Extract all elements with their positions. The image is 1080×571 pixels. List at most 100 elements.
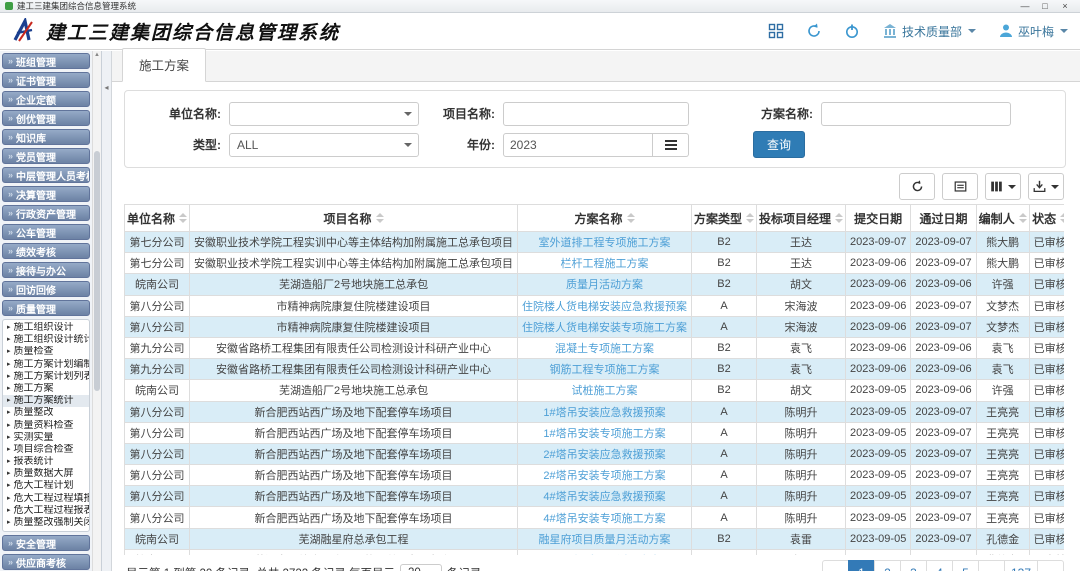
page-button[interactable]: 2 <box>874 560 901 571</box>
sidebar-item[interactable]: »回访回修 <box>2 281 90 297</box>
sidebar-item[interactable]: »知识库 <box>2 129 90 145</box>
columns-button[interactable] <box>985 173 1021 200</box>
sidebar-subitem[interactable]: ▸危大工程计划 <box>3 480 89 492</box>
user-menu[interactable]: 巫叶梅 <box>998 23 1068 40</box>
sidebar-item-label: 中层管理人员考核 <box>16 168 90 183</box>
power-icon[interactable] <box>844 23 860 39</box>
plan-link[interactable]: 试桩施工方案 <box>572 385 638 397</box>
chevrons-icon: » <box>8 189 13 199</box>
sidebar-subitem[interactable]: ▸质量整改强制关闭 <box>3 517 89 529</box>
plan-link[interactable]: 1#塔吊安装专项施工方案 <box>543 428 665 440</box>
search-button[interactable]: 查询 <box>753 131 805 158</box>
cell: 融星府项目质量月活动方案 <box>518 528 692 549</box>
column-header[interactable]: 项目名称 <box>190 205 518 232</box>
column-header[interactable]: 方案名称 <box>518 205 692 232</box>
triangle-icon: ▸ <box>7 359 11 371</box>
sidebar-subitem[interactable]: ▸施工方案计划列表 <box>3 371 89 383</box>
maximize-button[interactable]: □ <box>1035 1 1055 11</box>
apps-grid-icon[interactable] <box>768 23 784 39</box>
close-button[interactable]: × <box>1055 1 1075 11</box>
export-button[interactable] <box>1028 173 1064 200</box>
column-header[interactable]: 投标项目经理 <box>757 205 846 232</box>
sidebar-item[interactable]: »公车管理 <box>2 224 90 240</box>
page-button[interactable]: 5 <box>952 560 979 571</box>
sidebar-subitem[interactable]: ▸项目综合检查 <box>3 444 89 456</box>
plan-link[interactable]: 栏杆工程施工方案 <box>561 258 649 270</box>
cell: 新合肥西站西广场及地下配套停车场项目 <box>190 465 518 486</box>
page-size-select[interactable]: 20 <box>400 564 442 571</box>
project-name-input[interactable] <box>503 102 689 126</box>
plan-link[interactable]: 4#塔吊安装应急救援预案 <box>543 491 665 503</box>
tab-construction-plan[interactable]: 施工方案 <box>122 48 206 82</box>
sidebar-item[interactable]: »绩效考核 <box>2 243 90 259</box>
column-header[interactable]: 提交日期 <box>846 205 911 232</box>
year-picker-button[interactable] <box>653 133 689 157</box>
plan-link[interactable]: 4#塔吊安装专项施工方案 <box>543 513 665 525</box>
sidebar-item[interactable]: »班组管理 <box>2 53 90 69</box>
page-button[interactable]: 1 <box>848 560 875 571</box>
year-input[interactable] <box>503 133 653 157</box>
minimize-button[interactable]: — <box>1015 1 1035 11</box>
column-header[interactable]: 方案类型 <box>692 205 757 232</box>
sidebar-subitem[interactable]: ▸施工组织设计 <box>3 322 89 334</box>
sidebar-item[interactable]: »供应商考核 <box>2 554 90 570</box>
sidebar-subitem[interactable]: ▸质量资料检查 <box>3 420 89 432</box>
sidebar-scrollbar[interactable]: ▲ <box>92 51 101 571</box>
department-menu[interactable]: 技术质量部 <box>882 23 976 40</box>
column-header[interactable]: 编制人 <box>976 205 1029 232</box>
scroll-up-icon[interactable]: ▲ <box>93 51 101 60</box>
chevrons-icon: » <box>8 113 13 123</box>
sidebar-subitem[interactable]: ▸报表统计 <box>3 456 89 468</box>
plan-link[interactable]: 住院楼人货电梯安装专项施工方案 <box>522 322 687 334</box>
plan-link[interactable]: 室外道排工程专项施工方案 <box>539 237 671 249</box>
sidebar-subitem[interactable]: ▸质量整改 <box>3 407 89 419</box>
collapse-sidebar-icon[interactable]: ◂ <box>102 83 111 92</box>
sidebar-item[interactable]: »接待与办公 <box>2 262 90 278</box>
sidebar-subitem[interactable]: ▸危大工程过程报表 <box>3 505 89 517</box>
sidebar-item[interactable]: »证书管理 <box>2 72 90 88</box>
sidebar-subitem[interactable]: ▸质量数据大屏 <box>3 468 89 480</box>
next-page-button[interactable]: › <box>1037 560 1064 571</box>
sidebar-subitem[interactable]: ▸施工方案统计 <box>3 395 89 407</box>
sidebar-subitem[interactable]: ▸施工方案 <box>3 383 89 395</box>
plan-link[interactable]: 2#塔吊安装专项施工方案 <box>543 470 665 482</box>
prev-page-button[interactable]: ‹ <box>822 560 849 571</box>
toggle-view-button[interactable] <box>942 173 978 200</box>
plan-name-label: 方案名称: <box>733 105 821 122</box>
sidebar-item[interactable]: »企业定额 <box>2 91 90 107</box>
plan-link[interactable]: 融星府项目质量月活动方案 <box>539 534 671 546</box>
sidebar-item[interactable]: »质量管理 <box>2 300 90 316</box>
sidebar-subitem[interactable]: ▸施工组织设计统计 <box>3 334 89 346</box>
sidebar-subitem[interactable]: ▸质量检查 <box>3 346 89 358</box>
column-header[interactable]: 状态 <box>1029 205 1064 232</box>
plan-link[interactable]: 2#塔吊安装应急救援预案 <box>543 449 665 461</box>
sidebar-item[interactable]: »创优管理 <box>2 110 90 126</box>
chevrons-icon: » <box>8 151 13 161</box>
sidebar-subitem[interactable]: ▸危大工程过程填报 <box>3 493 89 505</box>
plan-link[interactable]: 住院楼人货电梯安装应急救援预案 <box>522 301 687 313</box>
plan-link[interactable]: 混凝土专项施工方案 <box>555 343 654 355</box>
page-button[interactable]: 4 <box>926 560 953 571</box>
sidebar-subitem[interactable]: ▸施工方案计划编制 <box>3 359 89 371</box>
scrollbar-thumb[interactable] <box>94 151 100 391</box>
plan-name-input[interactable] <box>821 102 1011 126</box>
type-select[interactable]: ALL <box>229 133 419 157</box>
sidebar-item[interactable]: »中层管理人员考核 <box>2 167 90 183</box>
sidebar-item[interactable]: »党员管理 <box>2 148 90 164</box>
sidebar-subitem-label: 施工组织设计统计 <box>14 334 89 346</box>
unit-name-select[interactable] <box>229 102 419 126</box>
sidebar-item[interactable]: »行政资产管理 <box>2 205 90 221</box>
plan-link[interactable]: 钢筋工程专项施工方案 <box>550 364 660 376</box>
sidebar-item[interactable]: »安全管理 <box>2 535 90 551</box>
page-button[interactable]: 3 <box>900 560 927 571</box>
sidebar-item[interactable]: »决算管理 <box>2 186 90 202</box>
page-button[interactable]: 137 <box>1004 560 1038 571</box>
sidebar-subitem[interactable]: ▸实测实量 <box>3 432 89 444</box>
plan-link[interactable]: 质量月活动方案 <box>566 279 643 291</box>
refresh-icon[interactable] <box>806 23 822 39</box>
page-button[interactable]: ... <box>978 560 1005 571</box>
column-header[interactable]: 单位名称 <box>125 205 190 232</box>
column-header[interactable]: 通过日期 <box>911 205 976 232</box>
plan-link[interactable]: 1#塔吊安装应急救援预案 <box>543 407 665 419</box>
refresh-table-button[interactable] <box>899 173 935 200</box>
